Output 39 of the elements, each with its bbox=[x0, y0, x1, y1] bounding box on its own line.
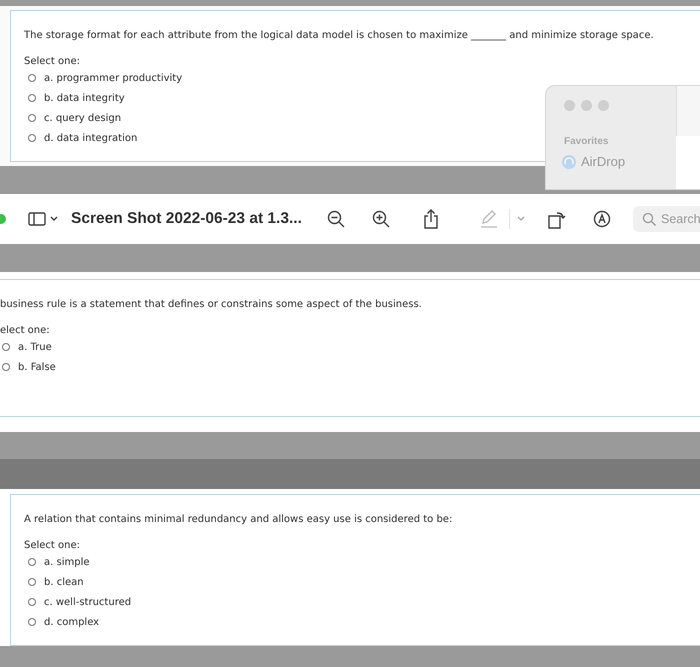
select-label: Select one: bbox=[24, 540, 80, 551]
option-label[interactable]: a. True bbox=[18, 342, 52, 352]
radio-button[interactable] bbox=[28, 598, 36, 606]
airdrop-icon bbox=[562, 154, 576, 168]
window-zoom-button[interactable] bbox=[0, 214, 6, 224]
option-label[interactable]: a. programmer productivity bbox=[44, 72, 182, 84]
question-text: A relation that contains minimal redundancy and allows easy use is considered to be: bbox=[24, 514, 452, 525]
question-text: business rule is a statement that defines or constrains some aspect of the business. bbox=[0, 299, 422, 310]
sidebar-heading: Favorites bbox=[564, 136, 608, 147]
option-label[interactable]: d. data integration bbox=[44, 132, 138, 144]
question-text: The storage format for each attribute from the logical data model is chosen to maximize _______ and minimize storage space. bbox=[24, 30, 654, 41]
option-label[interactable]: b. False bbox=[18, 362, 56, 372]
option-label[interactable]: b. data integrity bbox=[44, 92, 125, 104]
window-title: Screen Shot 2022-06-23 at 1.3... bbox=[71, 210, 302, 228]
radio-button[interactable] bbox=[2, 363, 10, 371]
sidebar-icon[interactable] bbox=[28, 212, 46, 226]
radio-button[interactable] bbox=[28, 114, 36, 122]
radio-button[interactable] bbox=[28, 94, 36, 102]
radio-button[interactable] bbox=[2, 343, 10, 351]
radio-button[interactable] bbox=[28, 578, 36, 586]
option-label[interactable]: d. complex bbox=[44, 616, 100, 628]
search-field[interactable]: Search bbox=[633, 206, 700, 232]
option-label[interactable]: a. simple bbox=[44, 556, 90, 568]
select-label: elect one: bbox=[0, 325, 50, 336]
select-label: Select one: bbox=[24, 56, 80, 67]
radio-button[interactable] bbox=[28, 74, 36, 82]
zoom-in-icon[interactable] bbox=[372, 210, 390, 228]
search-icon bbox=[642, 212, 656, 226]
radio-button[interactable] bbox=[28, 618, 36, 626]
chevron-icon[interactable] bbox=[49, 215, 59, 223]
pen-icon bbox=[478, 210, 499, 228]
option-label[interactable]: c. query design bbox=[44, 112, 122, 124]
share-icon[interactable] bbox=[422, 209, 439, 229]
option-label[interactable]: b. clean bbox=[44, 576, 84, 588]
markup-icon[interactable] bbox=[592, 210, 611, 228]
zoom-out-icon[interactable] bbox=[326, 210, 345, 228]
radio-button[interactable] bbox=[28, 558, 36, 566]
option-label[interactable]: c. well-structured bbox=[44, 596, 132, 608]
radio-button[interactable] bbox=[28, 134, 36, 142]
